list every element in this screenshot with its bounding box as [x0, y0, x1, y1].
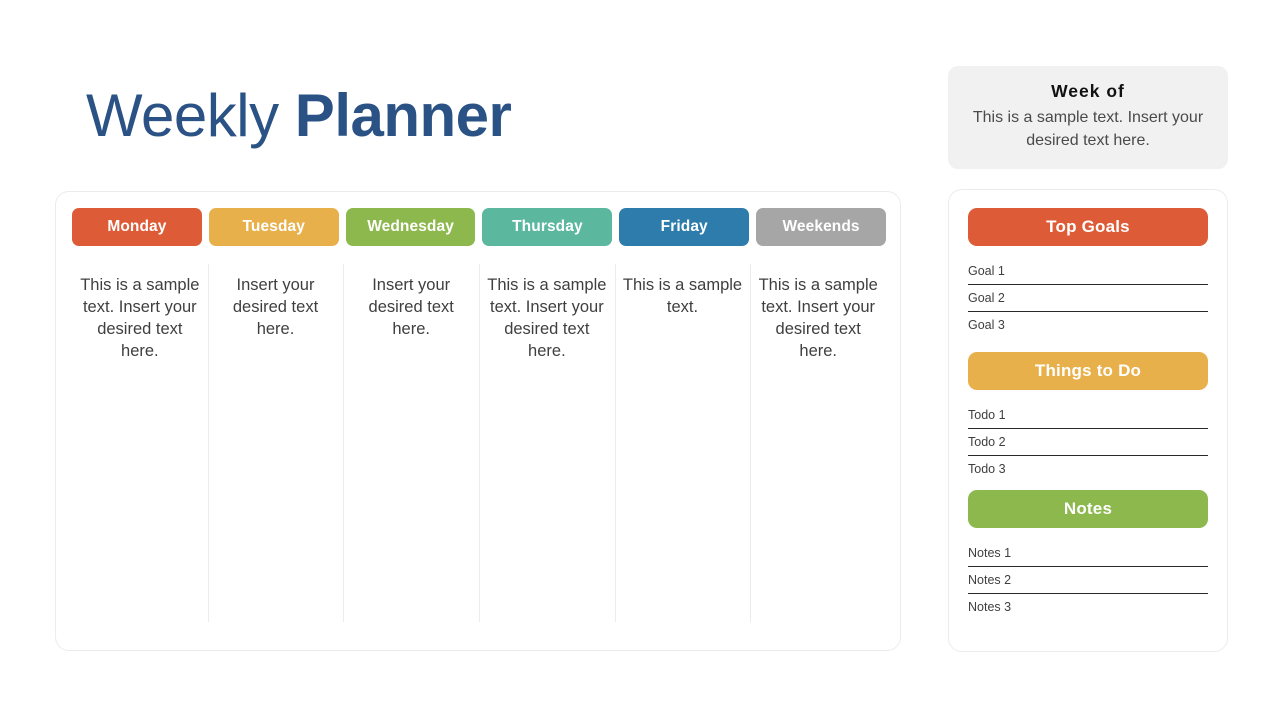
list-item[interactable]: Notes 2: [968, 573, 1208, 594]
day-tab-label: Friday: [660, 218, 708, 235]
day-tab-thursday[interactable]: Thursday: [482, 208, 613, 246]
day-column-thursday[interactable]: This is a sample text. Insert your desir…: [479, 264, 615, 632]
day-tab-label: Thursday: [512, 218, 583, 235]
week-of-title: Week of: [1051, 81, 1125, 101]
day-column-text: This is a sample text. Insert your desir…: [758, 276, 878, 360]
week-of-panel[interactable]: Week of This is a sample text. Insert yo…: [948, 66, 1228, 169]
list-item[interactable]: Todo 1: [968, 408, 1208, 429]
day-tab-label: Weekends: [782, 218, 860, 235]
day-tab-label: Wednesday: [367, 218, 454, 235]
section-notes: Notes Notes 1 Notes 2 Notes 3: [968, 490, 1208, 620]
day-tab-label: Monday: [107, 218, 167, 235]
day-column-text: This is a sample text. Insert your desir…: [80, 276, 200, 360]
section-header-label: Notes: [1063, 499, 1113, 518]
section-header-top-goals[interactable]: Top Goals: [968, 208, 1208, 246]
day-column-text: This is a sample text. Insert your desir…: [487, 276, 607, 360]
day-column-monday[interactable]: This is a sample text. Insert your desir…: [72, 264, 208, 632]
list-item[interactable]: Goal 2: [968, 291, 1208, 312]
day-column-weekends[interactable]: This is a sample text. Insert your desir…: [750, 264, 886, 632]
section-lines-notes: Notes 1 Notes 2 Notes 3: [968, 546, 1208, 620]
day-tab-bar: Monday Tuesday Wednesday Thursday Friday…: [72, 208, 886, 246]
day-column-text: Insert your desired text here.: [368, 276, 454, 338]
day-tab-wednesday[interactable]: Wednesday: [345, 208, 476, 246]
page-title-regular: Weekly: [86, 82, 295, 149]
day-tab-label: Tuesday: [242, 218, 305, 235]
list-item[interactable]: Goal 3: [968, 318, 1208, 338]
day-column-friday[interactable]: This is a sample text.: [614, 264, 751, 632]
day-column-wednesday[interactable]: Insert your desired text here.: [343, 264, 479, 632]
section-header-label: Things to Do: [1034, 361, 1142, 380]
day-tab-friday[interactable]: Friday: [619, 208, 750, 246]
section-header-label: Top Goals: [1046, 217, 1130, 236]
list-item[interactable]: Todo 2: [968, 435, 1208, 456]
day-column-text: This is a sample text.: [622, 276, 743, 316]
section-lines-top-goals: Goal 1 Goal 2 Goal 3: [968, 264, 1208, 338]
day-tab-weekends[interactable]: Weekends: [756, 208, 886, 246]
section-things-to-do: Things to Do Todo 1 Todo 2 Todo 3: [968, 352, 1208, 482]
sidebar-card: Top Goals Goal 1 Goal 2 Goal 3 Things to…: [948, 189, 1228, 652]
day-tab-tuesday[interactable]: Tuesday: [208, 208, 339, 246]
section-lines-things-to-do: Todo 1 Todo 2 Todo 3: [968, 408, 1208, 482]
list-item[interactable]: Notes 3: [968, 600, 1208, 620]
day-column-tuesday[interactable]: Insert your desired text here.: [207, 264, 344, 632]
section-header-notes[interactable]: Notes: [968, 490, 1208, 528]
weekly-grid-card: Monday Tuesday Wednesday Thursday Friday…: [55, 191, 901, 651]
section-top-goals: Top Goals Goal 1 Goal 2 Goal 3: [968, 208, 1208, 338]
day-columns: This is a sample text. Insert your desir…: [72, 264, 886, 632]
section-header-things-to-do[interactable]: Things to Do: [968, 352, 1208, 390]
week-of-text: This is a sample text. Insert your desir…: [972, 109, 1204, 149]
list-item[interactable]: Todo 3: [968, 462, 1208, 482]
page-title: Weekly Planner: [86, 78, 512, 154]
page-title-bold: Planner: [294, 82, 512, 149]
list-item[interactable]: Notes 1: [968, 546, 1208, 567]
list-item[interactable]: Goal 1: [968, 264, 1208, 285]
day-tab-monday[interactable]: Monday: [72, 208, 202, 246]
day-column-text: Insert your desired text here.: [232, 276, 319, 338]
